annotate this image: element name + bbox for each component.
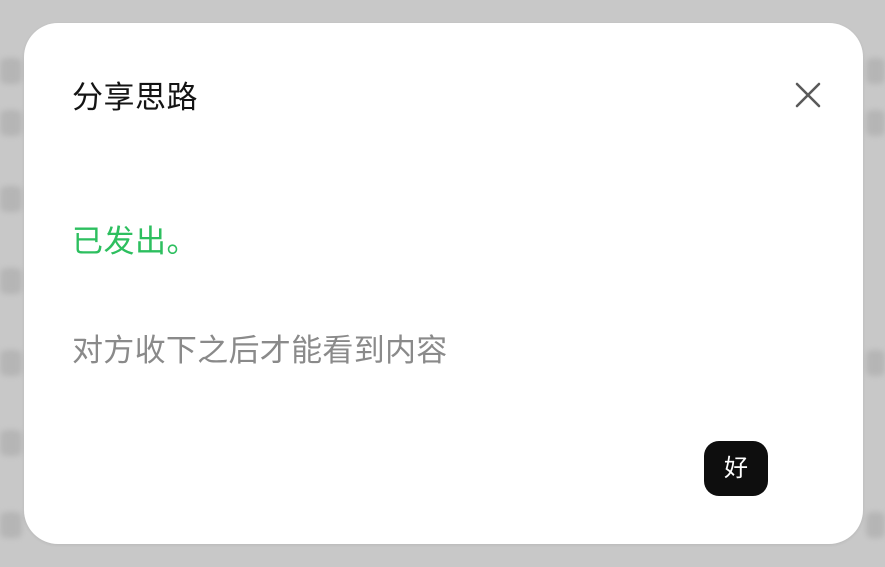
dialog-title: 分享思路 (72, 80, 198, 116)
background-content (866, 58, 885, 84)
background-content (866, 110, 885, 136)
background-content (0, 110, 22, 136)
background-content (866, 512, 885, 538)
background-content (866, 350, 885, 376)
close-button[interactable] (790, 77, 826, 113)
background-content (0, 350, 22, 376)
background-content (0, 268, 22, 294)
share-dialog: 分享思路 已发出。 对方收下之后才能看到内容 好 (24, 23, 863, 544)
sent-status-text: 已发出。 (72, 224, 198, 260)
background-content (0, 430, 22, 456)
background-content (0, 186, 22, 212)
ok-button[interactable]: 好 (704, 441, 768, 496)
recipient-info-text: 对方收下之后才能看到内容 (72, 333, 448, 369)
background-content (0, 58, 22, 84)
background-content (0, 512, 22, 538)
close-icon (795, 82, 821, 108)
